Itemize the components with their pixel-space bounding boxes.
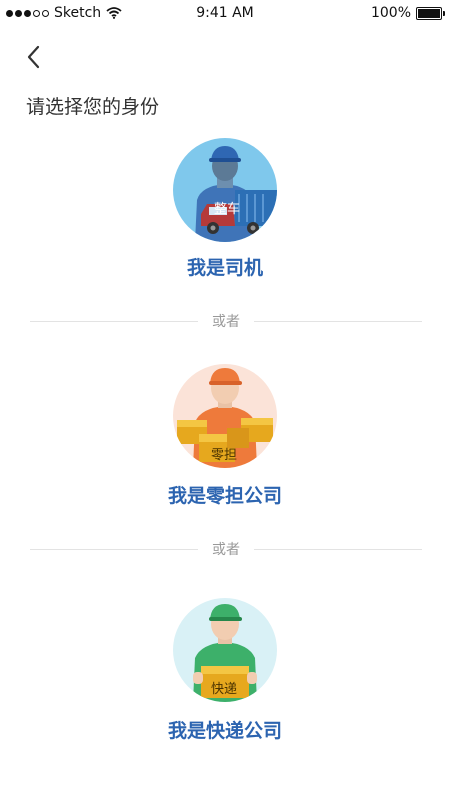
divider: 或者 — [30, 539, 422, 559]
status-right: 100% — [370, 5, 445, 21]
role-option-ltl-company[interactable]: 零担 我是零担公司 — [0, 364, 450, 512]
role-label-driver: 我是司机 — [186, 257, 263, 279]
driver-avatar: 整车 — [173, 138, 277, 242]
status-bar: Sketch 9:41 AM 100% — [0, 0, 450, 26]
role-option-driver[interactable]: 整车 我是司机 — [0, 138, 450, 283]
role-label-ltl-company: 我是零担公司 — [167, 485, 282, 507]
battery-percent: 100% — [370, 5, 411, 21]
truck-driver-icon — [195, 146, 277, 242]
express-badge: 快递 — [211, 682, 238, 697]
chevron-left-icon — [27, 45, 40, 69]
page-title: 请选择您的身份 — [26, 96, 160, 118]
role-label-express-company: 我是快递公司 — [167, 720, 282, 742]
role-option-express-company[interactable]: 快递 我是快递公司 — [0, 598, 450, 746]
driver-badge: 整车 — [214, 202, 241, 217]
battery-icon — [416, 6, 445, 20]
express-avatar: 快递 — [173, 598, 277, 702]
back-button[interactable] — [22, 40, 52, 74]
divider: 或者 — [30, 311, 422, 331]
ltl-avatar: 零担 — [173, 364, 277, 468]
ltl-badge: 零担 — [211, 448, 238, 463]
